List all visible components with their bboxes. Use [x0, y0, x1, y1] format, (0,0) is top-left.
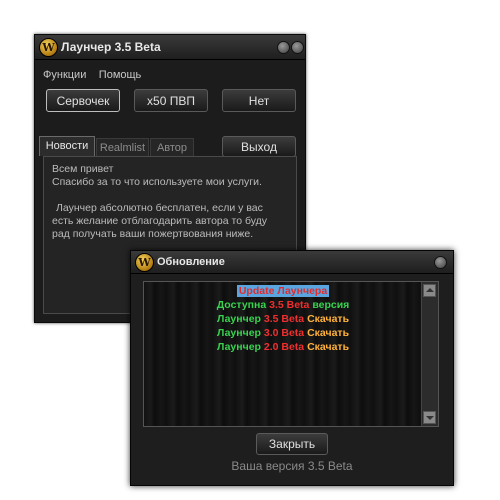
- menu-help[interactable]: Помощь: [99, 69, 142, 81]
- news-line: Всем привет: [52, 163, 114, 175]
- update-lines: Update Лаунчера Доступна 3.5 Beta версия…: [144, 284, 422, 354]
- available-suffix: версия: [312, 299, 350, 311]
- download-label: Лаунчер: [216, 327, 261, 339]
- launcher-title: Лаунчер 3.5 Beta: [61, 40, 161, 54]
- download-row: Лаунчер 2.0 Beta Скачать: [144, 340, 422, 354]
- download-version: 3.0 Beta: [263, 327, 305, 339]
- scrollbar[interactable]: [421, 282, 438, 426]
- update-window: W Обновление Update Лаунчера Доступна 3.…: [130, 250, 454, 486]
- available-label: Доступна: [216, 299, 267, 311]
- update-header-line: Update Лаунчера: [144, 284, 422, 298]
- news-line: Спасибо за то что используете мои услуги…: [52, 176, 262, 188]
- news-line: рад получать ваши пожертвования ниже.: [52, 228, 254, 240]
- menu-functions[interactable]: Функции: [43, 69, 86, 81]
- server-button[interactable]: Сервочек: [46, 89, 120, 112]
- news-line: Лаунчер абсолютно бесплатен, если у вас: [56, 202, 263, 214]
- news-spacer: [52, 189, 288, 202]
- news-line: есть желание отблагодарить автора то буд…: [52, 215, 268, 227]
- close-icon[interactable]: [291, 41, 304, 54]
- download-version: 3.5 Beta: [263, 313, 305, 325]
- wow-logo-icon: W: [135, 253, 154, 272]
- download-label: Лаунчер: [216, 313, 261, 325]
- wow-logo-icon: W: [39, 38, 58, 57]
- update-title: Обновление: [157, 256, 225, 268]
- exit-button[interactable]: Выход: [222, 136, 296, 157]
- scroll-up-icon[interactable]: [423, 284, 436, 297]
- update-list-panel: Update Лаунчера Доступна 3.5 Beta версия…: [143, 281, 439, 427]
- close-icon[interactable]: [434, 256, 447, 269]
- current-version-text: Ваша версия 3.5 Beta: [231, 459, 353, 473]
- tab-author[interactable]: Автор: [150, 138, 194, 156]
- minimize-icon[interactable]: [277, 41, 290, 54]
- download-link[interactable]: Скачать: [307, 327, 349, 339]
- download-row: Лаунчер 3.0 Beta Скачать: [144, 326, 422, 340]
- menu-bar: Функции Помощь: [43, 65, 149, 83]
- no-button[interactable]: Нет: [222, 89, 296, 112]
- update-header: Update Лаунчера: [236, 285, 330, 297]
- available-version: 3.5 Beta: [269, 299, 310, 311]
- close-button[interactable]: Закрыть: [256, 433, 328, 455]
- x50-pvp-button[interactable]: x50 ПВП: [134, 89, 208, 112]
- scroll-down-icon[interactable]: [423, 411, 436, 424]
- download-version: 2.0 Beta: [263, 341, 305, 353]
- download-link[interactable]: Скачать: [307, 313, 349, 325]
- download-link[interactable]: Скачать: [307, 341, 349, 353]
- download-row: Лаунчер 3.5 Beta Скачать: [144, 312, 422, 326]
- tab-realmlist[interactable]: Realmlist: [96, 138, 149, 156]
- update-titlebar[interactable]: W Обновление: [131, 251, 453, 274]
- tab-news[interactable]: Новости: [39, 136, 95, 156]
- available-line: Доступна 3.5 Beta версия: [144, 298, 422, 312]
- launcher-titlebar[interactable]: W Лаунчер 3.5 Beta: [35, 35, 305, 60]
- download-label: Лаунчер: [216, 341, 261, 353]
